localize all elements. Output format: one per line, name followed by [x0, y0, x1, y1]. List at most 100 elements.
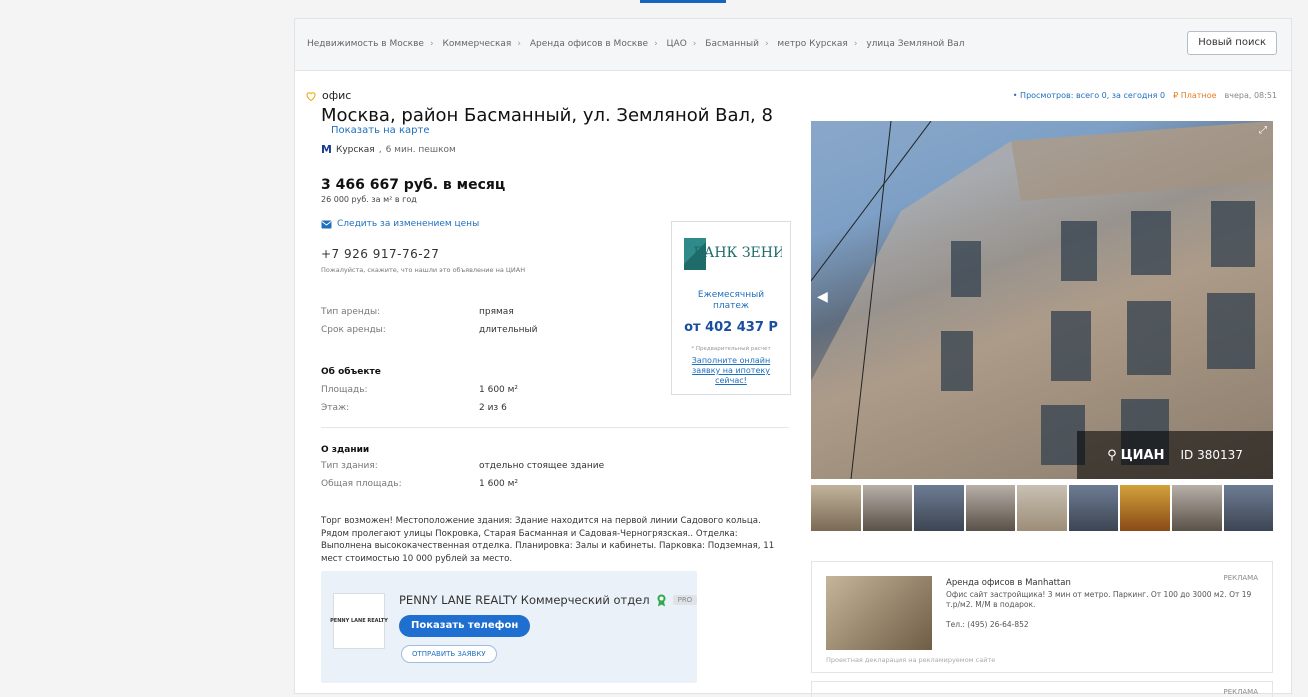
- ad-phone: Тел.: (495) 26-64-852: [946, 620, 1029, 629]
- total-area-row: Общая площадь: 1 600 м²: [321, 479, 651, 489]
- follow-price-link[interactable]: Следить за изменением цены: [321, 219, 479, 229]
- rent-term-row: Срок аренды: длительный: [321, 325, 651, 335]
- rent-term-label: Срок аренды:: [321, 325, 386, 335]
- new-search-button[interactable]: Новый поиск: [1187, 31, 1277, 55]
- photo-thumbnail[interactable]: [862, 485, 913, 531]
- bank-apply-link[interactable]: Заполните онлайн заявку на ипотеку сейча…: [672, 356, 790, 386]
- photo-thumbnails: [811, 485, 1274, 531]
- ad-title[interactable]: Аренда офисов в Manhattan: [946, 578, 1071, 588]
- breadcrumb: Недвижимость в Москве › Коммерческая › Аре…: [307, 39, 965, 49]
- photo-watermark-overlay: ⚲ ЦИАН ID 380137: [1077, 431, 1273, 479]
- bank-monthly-amount: от 402 437 Р: [684, 320, 778, 335]
- ad-label: РЕКЛАМА: [1223, 688, 1259, 696]
- breadcrumb-item[interactable]: Коммерческая: [442, 39, 511, 49]
- area-value: 1 600 м²: [479, 385, 519, 395]
- listing-price: 3 466 667 руб. в месяц: [321, 177, 506, 193]
- building-type-row: Тип здания: отдельно стоящее здание: [321, 461, 651, 471]
- phone-note: Пожалуйста, скажите, что нашли это объяв…: [321, 266, 526, 274]
- about-building-heading: О здании: [321, 445, 370, 455]
- building-type-value: отдельно стоящее здание: [479, 461, 605, 471]
- top-tab-indicator: [640, 0, 726, 3]
- photo-thumbnail[interactable]: [1120, 485, 1170, 531]
- breadcrumb-separator: ›: [654, 39, 658, 49]
- breadcrumb-separator: ›: [429, 39, 434, 49]
- metro-info: M Курская, 6 мин. пешком: [321, 143, 456, 156]
- breadcrumb-item[interactable]: ЦАО: [667, 39, 687, 49]
- listing-type: офис: [305, 89, 351, 102]
- agent-card: PENNY LANE REALTY PENNY LANE REALTY Комм…: [321, 571, 698, 683]
- breadcrumb-separator: ›: [692, 39, 697, 49]
- chevron-left-icon[interactable]: ◀: [817, 289, 833, 305]
- phone-number[interactable]: +7 926 917-76-27: [321, 247, 439, 261]
- favorite-heart-icon[interactable]: [305, 90, 317, 102]
- bank-zenit-logo[interactable]: БАНК ЗЕНИТ: [680, 230, 782, 278]
- photo-thumbnail[interactable]: [965, 485, 1016, 531]
- pro-badge: PRO: [672, 595, 698, 605]
- ad-image[interactable]: [826, 576, 932, 650]
- agent-name[interactable]: PENNY LANE REALTY Коммерческий отдел: [399, 593, 650, 607]
- photo-thumbnail[interactable]: [1223, 485, 1274, 531]
- metro-station[interactable]: Курская: [336, 145, 375, 155]
- cian-logo: ⚲ ЦИАН: [1107, 447, 1165, 463]
- send-request-button[interactable]: ОТПРАВИТЬ ЗАЯВКУ: [401, 645, 497, 663]
- price-per-meter: 26 000 руб. за м² в год: [321, 195, 417, 204]
- listing-type-text: офис: [322, 89, 352, 102]
- bank-promo-text: Ежемесячный платеж: [697, 290, 765, 311]
- metro-icon: M: [321, 143, 332, 156]
- listing-stats: • Просмотров: всего 0, за сегодня 0 ₽ Пл…: [1013, 91, 1277, 100]
- ad-block[interactable]: РЕКЛАМА Аренда офисов в Manhattan Офис с…: [811, 561, 1273, 673]
- photo-thumbnail[interactable]: [1068, 485, 1119, 531]
- floor-value: 2 из 6: [479, 403, 507, 413]
- bank-mortgage-widget: БАНК ЗЕНИТ Ежемесячный платеж от 402 437…: [671, 221, 791, 395]
- photo-thumbnail[interactable]: [1017, 485, 1067, 531]
- show-on-map-link[interactable]: Показать на карте: [331, 125, 430, 136]
- bank-note: * Предварительный расчет: [691, 346, 771, 352]
- main-photo[interactable]: ⤢ ◀ ▶ ⚲ЦИАН ID 380137: [811, 121, 1273, 479]
- breadcrumb-separator: ›: [517, 39, 521, 49]
- agent-name-row: PENNY LANE REALTY Коммерческий отдел PRO: [399, 593, 698, 607]
- follow-price-text: Следить за изменением цены: [337, 219, 480, 229]
- total-area-value: 1 600 м²: [479, 479, 519, 489]
- ad-label: РЕКЛАМА: [1223, 574, 1259, 582]
- photo-thumbnail[interactable]: [914, 485, 964, 531]
- rent-type-value: прямая: [479, 307, 514, 317]
- svg-text:БАНК ЗЕНИТ: БАНК ЗЕНИТ: [693, 245, 782, 261]
- paid-badge: ₽ Платное: [1173, 91, 1217, 100]
- breadcrumb-separator: ›: [764, 39, 769, 49]
- photo-thumbnail[interactable]: [811, 485, 861, 531]
- breadcrumb-item[interactable]: Недвижимость в Москве: [307, 39, 424, 49]
- listing-card: Недвижимость в Москве › Коммерческая › Аре…: [294, 18, 1292, 697]
- listing-address: Москва, район Басманный, ул. Земляной Ва…: [321, 105, 773, 126]
- area-row: Площадь: 1 600 м²: [321, 385, 651, 395]
- total-area-label: Общая площадь:: [321, 479, 402, 489]
- breadcrumb-item[interactable]: метро Курская: [777, 39, 847, 49]
- ad-text: Офис сайт застройщика! 3 мин от метро. П…: [946, 590, 1252, 609]
- verified-award-icon: [657, 594, 666, 606]
- rent-type-label: Тип аренды:: [321, 307, 381, 317]
- ad-footer: Проектная декларация на рекламируемом са…: [826, 656, 996, 664]
- agent-logo[interactable]: PENNY LANE REALTY: [330, 593, 388, 649]
- listing-description: Торг возможен! Местоположение здания: Зд…: [321, 516, 775, 564]
- breadcrumb-item[interactable]: Аренда офисов в Москве: [530, 39, 648, 49]
- area-label: Площадь:: [321, 385, 368, 395]
- show-phone-button[interactable]: Показать телефон: [399, 615, 531, 637]
- views-counter[interactable]: • Просмотров: всего 0, за сегодня 0: [1013, 91, 1165, 100]
- map-pin-icon: ⚲: [1107, 447, 1117, 463]
- floor-row: Этаж: 2 из 6: [321, 403, 651, 413]
- breadcrumb-item[interactable]: Басманный: [705, 39, 759, 49]
- section-divider: [321, 427, 789, 428]
- rent-term-value: длительный: [479, 325, 538, 335]
- building-photo-illustration: [811, 121, 1273, 479]
- metro-walk-time: 6 мин. пешком: [385, 144, 456, 155]
- published-time: вчера, 08:51: [1224, 91, 1277, 100]
- ad-block-second[interactable]: РЕКЛАМА: [811, 681, 1273, 697]
- building-type-label: Тип здания:: [321, 461, 378, 471]
- envelope-icon: [321, 220, 332, 228]
- photo-thumbnail[interactable]: [1171, 485, 1222, 531]
- breadcrumb-bar: Недвижимость в Москве › Коммерческая › Аре…: [295, 19, 1291, 71]
- fullscreen-icon[interactable]: ⤢: [1259, 125, 1267, 136]
- about-object-heading: Об объекте: [321, 367, 381, 377]
- breadcrumb-item[interactable]: улица Земляной Вал: [866, 39, 964, 49]
- breadcrumb-separator: ›: [853, 39, 858, 49]
- photo-listing-id: ID 380137: [1180, 448, 1243, 462]
